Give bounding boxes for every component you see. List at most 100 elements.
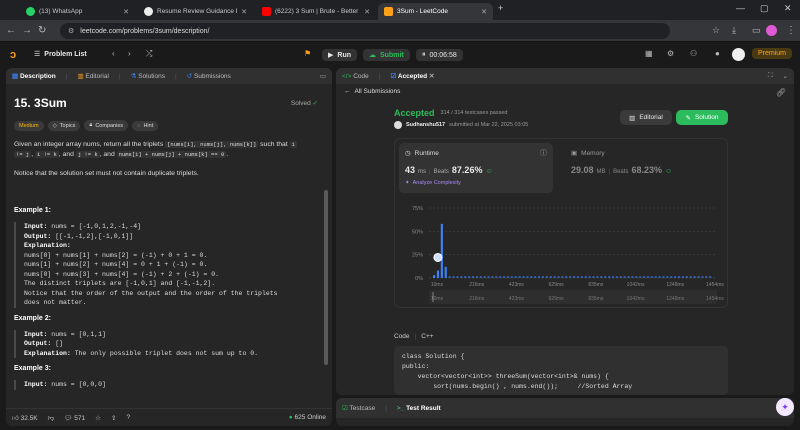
assistant-floating-icon[interactable]: ✦: [776, 398, 794, 416]
downloads-icon[interactable]: ⤓: [732, 25, 736, 36]
back-icon[interactable]: ←: [6, 25, 16, 36]
browser-menu-icon[interactable]: ⋮: [786, 25, 796, 36]
bar: [639, 276, 642, 278]
premium-button[interactable]: Premium: [752, 48, 793, 59]
bar: [705, 276, 708, 278]
bar: [444, 266, 447, 278]
split-view-icon[interactable]: ▭: [752, 25, 761, 36]
new-tab-button[interactable]: +: [498, 3, 503, 13]
close-icon[interactable]: ✕: [429, 73, 434, 80]
minimize-button[interactable]: —: [736, 3, 745, 13]
close-window-button[interactable]: ✕: [784, 3, 792, 14]
tag-icon: ◇: [52, 122, 57, 129]
example-line: nums[0] + nums[1] + nums[2] = (-1) + 0 +…: [24, 251, 208, 259]
next-problem-icon[interactable]: ›: [128, 49, 131, 58]
difficulty-tag[interactable]: Medium: [14, 120, 44, 131]
example-3-title: Example 3:: [14, 365, 51, 372]
info-icon[interactable]: ⓘ: [540, 148, 547, 158]
tab-solutions[interactable]: ⚗ Solutions: [131, 72, 165, 80]
bar: [553, 276, 556, 278]
notification-icon[interactable]: ●: [715, 49, 720, 58]
close-icon[interactable]: ✕: [364, 8, 370, 16]
tab-leetcode[interactable]: 3Sum - LeetCode ✕: [378, 3, 493, 20]
close-icon[interactable]: ✕: [123, 8, 129, 16]
bar: [471, 276, 475, 278]
bar: [592, 276, 595, 278]
prev-problem-icon[interactable]: ‹: [112, 49, 115, 58]
tab-whatsapp[interactable]: (13) WhatsApp ✕: [20, 3, 135, 20]
shuffle-icon[interactable]: ⤮: [146, 49, 152, 59]
bookmark-star-icon[interactable]: ☆: [712, 25, 720, 36]
example-1-title: Example 1:: [14, 207, 51, 214]
help-icon[interactable]: ?: [126, 414, 130, 421]
close-icon[interactable]: ✕: [481, 8, 487, 16]
memory-box[interactable]: ▣ Memory 29.08 MB | Beats 68.23% ☺: [565, 143, 725, 193]
example-line: The distinct triplets are [-1,0,1] and […: [24, 280, 216, 287]
editorial-button[interactable]: ▥ Editorial: [620, 110, 672, 125]
bar: [685, 276, 688, 278]
scrollbar[interactable]: [324, 190, 328, 365]
tab-submissions[interactable]: ↺ Submissions: [187, 72, 231, 80]
expand-icon[interactable]: ⛶: [768, 72, 773, 80]
problem-statement: Given an integer array nums, return all …: [14, 141, 297, 158]
bar: [635, 276, 638, 278]
layout-icon[interactable]: ▦: [645, 49, 653, 58]
tab-test-result[interactable]: >_ Test Result: [397, 405, 441, 412]
tab-description[interactable]: ▤ Description: [12, 72, 56, 80]
bar: [584, 276, 587, 278]
tab-code[interactable]: </> Code: [342, 73, 369, 80]
y-tick-label: 75%: [412, 206, 423, 212]
solution-button[interactable]: ✎ Solution: [676, 110, 728, 125]
site-info-icon[interactable]: ⚙: [68, 27, 74, 35]
settings-icon[interactable]: ⚙: [667, 49, 674, 58]
address-bar[interactable]: ⚙ leetcode.com/problems/3sum/description/: [60, 23, 670, 39]
bar: [576, 276, 580, 278]
share-icon[interactable]: ⇪: [111, 414, 116, 422]
runtime-box[interactable]: ◷ Runtime ⓘ 43 ms | Beats 87.26% ☺ ✦ Analyze Co…: [399, 143, 553, 193]
all-submissions-link[interactable]: ← All Submissions: [344, 88, 400, 95]
dislike-icon[interactable]: 👎︎: [48, 414, 55, 422]
whatsapp-icon: [26, 7, 35, 16]
code-viewer[interactable]: class Solution {public: vector<vector<in…: [394, 346, 728, 395]
code-header: Code | C++: [394, 333, 434, 340]
comments-button[interactable]: 💬︎ 571: [64, 414, 85, 422]
favorite-icon[interactable]: ☆: [95, 414, 101, 422]
tab-accepted[interactable]: ☑ Accepted ✕: [390, 72, 434, 80]
close-icon[interactable]: ✕: [241, 8, 247, 16]
runtime-distribution-chart[interactable]: 75% 50% 25% 0% 10ms 10ms 216ms 216ms 423ms 423ms 6…: [395, 194, 729, 309]
tab-resume[interactable]: Resume Review Guidance Fit ✕: [138, 3, 253, 20]
maximize-button[interactable]: ▢: [760, 3, 769, 14]
collapse-icon[interactable]: ⌄: [783, 72, 788, 80]
submit-button[interactable]: ☁ Submit: [363, 49, 410, 61]
user-avatar[interactable]: [732, 48, 745, 61]
hint-tag[interactable]: ◌ Hint: [132, 120, 159, 131]
debug-icon[interactable]: ⚑: [304, 49, 311, 58]
problem-list-button[interactable]: ☰ Problem List: [34, 50, 87, 59]
tab-testcase[interactable]: ☑ Testcase: [342, 404, 375, 412]
x-tick-label: 835ms: [588, 282, 604, 288]
link-icon[interactable]: 🔗︎: [776, 88, 786, 97]
tab-youtube[interactable]: (6222) 3 Sum | Brute - Better - (✕: [256, 3, 376, 20]
result-summary: Accepted 314 / 314 testcases passed Sudha…: [394, 108, 529, 129]
timer[interactable]: ⏸ 00:06:58: [416, 49, 463, 61]
bar: [658, 276, 661, 278]
bar: [650, 276, 653, 278]
like-button[interactable]: 👍︎ 32.5K: [12, 414, 38, 422]
reload-icon[interactable]: ↻: [38, 25, 46, 36]
bar: [499, 276, 502, 278]
topics-tag[interactable]: ◇ Topics: [47, 120, 81, 131]
right-panel-tabs: </> Code | ☑ Accepted ✕ ⛶ ⌄: [336, 68, 794, 84]
panel-options-icon[interactable]: ▭: [320, 72, 326, 80]
run-button[interactable]: ▶ Run: [322, 49, 357, 61]
streak-icon[interactable]: ⚇: [690, 49, 697, 58]
leetcode-logo-icon[interactable]: ↄ: [10, 49, 21, 61]
bar: [588, 276, 591, 278]
forward-icon[interactable]: →: [22, 25, 32, 36]
bar: [662, 276, 665, 278]
analyze-complexity-link[interactable]: ✦ Analyze Complexity: [405, 180, 461, 186]
bar: [573, 276, 576, 278]
bar: [464, 276, 467, 278]
tab-editorial[interactable]: ▥ Editorial: [77, 72, 108, 80]
companies-tag[interactable]: 🔒︎ Companies: [84, 120, 129, 131]
profile-avatar[interactable]: [766, 25, 777, 36]
